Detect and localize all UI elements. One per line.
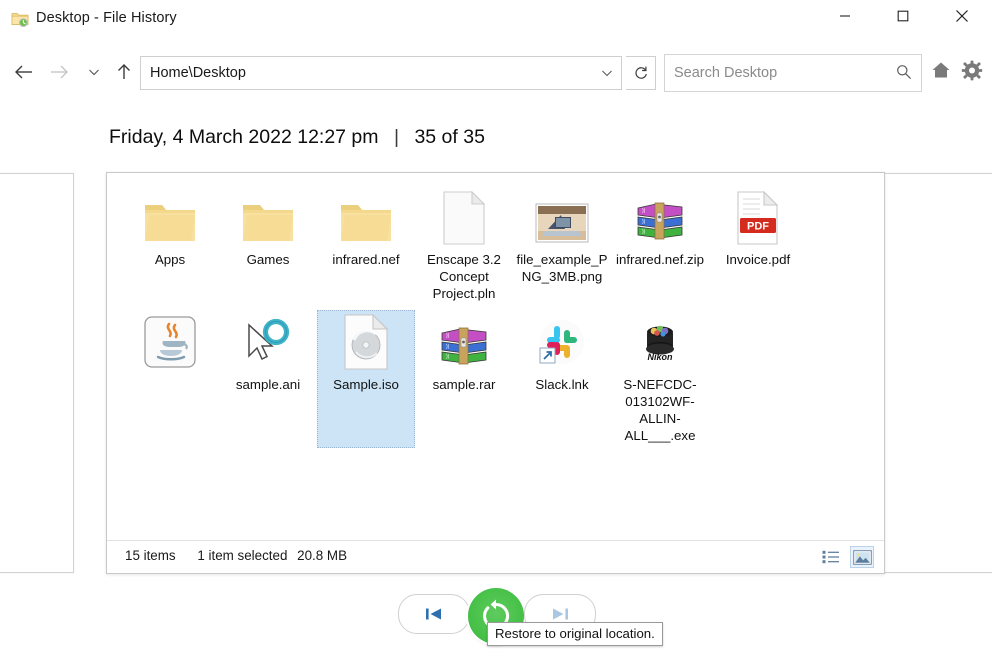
file-label: Slack.lnk xyxy=(535,377,589,392)
file-label: file_example_PNG_3MB.png xyxy=(516,252,608,284)
arrow-up-icon xyxy=(118,64,130,79)
details-view-icon xyxy=(822,550,839,564)
svg-text:)): )) xyxy=(446,344,450,350)
png-thumbnail-icon xyxy=(534,189,590,245)
pdf-icon: PDF xyxy=(730,189,786,245)
gear-icon xyxy=(961,60,983,81)
svg-text:)): )) xyxy=(446,354,450,360)
file-item[interactable]: )))))) infrared.nef.zip xyxy=(611,185,709,306)
file-label: sample.rar xyxy=(432,377,496,392)
svg-text:PDF: PDF xyxy=(747,221,769,233)
winrar-archive-icon: )))))) xyxy=(632,189,688,245)
restore-tooltip: Restore to original location. xyxy=(487,622,663,646)
file-history-window: Desktop - File History Home\Desktop Sear… xyxy=(0,0,992,652)
minimize-icon xyxy=(840,15,850,17)
file-item[interactable]: Games xyxy=(219,185,317,306)
file-label: Enscape 3.2 Concept Project.pln xyxy=(427,252,501,301)
svg-text:)): )) xyxy=(642,229,646,235)
chevron-down-icon xyxy=(89,69,99,76)
file-item[interactable]: Apps xyxy=(121,185,219,306)
file-label: infrared.nef.zip xyxy=(616,252,704,267)
previous-version-icon xyxy=(426,608,441,620)
close-button[interactable] xyxy=(939,0,985,32)
large-icons-view-icon xyxy=(852,549,872,565)
folder-icon xyxy=(142,189,198,245)
file-item[interactable]: Slack.lnk xyxy=(513,310,611,448)
java-icon xyxy=(142,314,198,370)
svg-text:)): )) xyxy=(642,208,646,214)
file-item[interactable]: )))))) sample.rar xyxy=(415,310,513,448)
minimize-button[interactable] xyxy=(822,0,868,32)
forward-button[interactable] xyxy=(45,58,73,86)
file-label: sample.ani xyxy=(235,377,301,392)
window-title: Desktop - File History xyxy=(36,10,177,26)
file-label: Games xyxy=(246,252,290,267)
settings-button[interactable] xyxy=(961,60,983,86)
maximize-icon xyxy=(897,10,909,22)
blank-document-icon xyxy=(436,189,492,245)
slack-shortcut-icon xyxy=(534,314,590,370)
cursor-busy-icon xyxy=(240,314,296,370)
arrow-right-icon xyxy=(51,65,68,79)
disc-image-icon xyxy=(338,314,394,370)
file-item[interactable]: Sample.iso xyxy=(317,310,415,448)
file-item[interactable]: Nikon S-NEFCDC-013102WF-ALLIN-ALL___.exe xyxy=(611,310,709,448)
search-placeholder: Search Desktop xyxy=(674,65,778,81)
header-separator: | xyxy=(393,126,400,148)
arrow-left-icon xyxy=(15,65,32,79)
next-version-icon xyxy=(553,608,568,620)
address-path: Home\Desktop xyxy=(150,65,246,81)
address-bar[interactable]: Home\Desktop xyxy=(140,56,622,90)
file-label: infrared.nef xyxy=(332,252,400,267)
status-selection: 1 item selected xyxy=(197,548,288,563)
file-item[interactable]: sample.ani xyxy=(219,310,317,448)
winrar-archive-icon: )))))) xyxy=(436,314,492,370)
file-list-panel: Apps Games infrared.nef Enscape 3.2 Conc… xyxy=(106,172,885,574)
file-label: Invoice.pdf xyxy=(725,252,791,267)
next-version-card[interactable] xyxy=(876,173,992,573)
back-button[interactable] xyxy=(10,58,38,86)
file-icon-grid: Apps Games infrared.nef Enscape 3.2 Conc… xyxy=(121,181,871,448)
status-item-count: 15 items xyxy=(125,548,176,563)
status-text: 15 items 1 item selected 20.8 MB xyxy=(125,548,365,563)
version-counter: 35 of 35 xyxy=(414,126,485,148)
file-item[interactable]: Enscape 3.2 Concept Project.pln xyxy=(415,185,513,306)
refresh-button[interactable] xyxy=(626,56,656,90)
file-item[interactable] xyxy=(121,310,219,448)
chevron-down-icon[interactable] xyxy=(600,66,614,85)
folder-icon xyxy=(338,189,394,245)
up-button[interactable] xyxy=(110,58,138,86)
recent-locations-button[interactable] xyxy=(80,58,108,86)
search-icon[interactable] xyxy=(895,63,913,86)
file-label: Apps xyxy=(154,252,186,267)
svg-text:Nikon: Nikon xyxy=(647,352,673,362)
nikon-installer-icon: Nikon xyxy=(632,314,688,370)
svg-text:)): )) xyxy=(642,219,646,225)
details-view-button[interactable] xyxy=(820,547,842,567)
status-bar: 15 items 1 item selected 20.8 MB xyxy=(107,540,884,573)
large-icons-view-button[interactable] xyxy=(850,546,874,568)
view-mode-buttons xyxy=(820,546,874,568)
close-icon xyxy=(956,10,968,22)
file-item[interactable]: infrared.nef xyxy=(317,185,415,306)
refresh-icon xyxy=(634,66,647,79)
previous-version-card[interactable] xyxy=(0,173,74,573)
file-item[interactable]: file_example_PNG_3MB.png xyxy=(513,185,611,306)
previous-version-button[interactable] xyxy=(398,594,470,634)
folder-icon xyxy=(240,189,296,245)
file-item[interactable]: PDF Invoice.pdf xyxy=(709,185,807,306)
file-label: S-NEFCDC-013102WF-ALLIN-ALL___.exe xyxy=(623,377,697,443)
search-input[interactable]: Search Desktop xyxy=(664,54,922,92)
maximize-button[interactable] xyxy=(880,0,926,32)
status-size: 20.8 MB xyxy=(297,548,348,563)
folder-history-icon xyxy=(10,9,30,29)
title-bar: Desktop - File History xyxy=(0,0,992,42)
svg-text:)): )) xyxy=(446,333,450,339)
home-button[interactable] xyxy=(930,60,952,85)
home-icon xyxy=(932,62,950,78)
file-label: Sample.iso xyxy=(333,377,399,392)
version-date: Friday, 4 March 2022 12:27 pm xyxy=(109,126,379,148)
version-header: Friday, 4 March 2022 12:27 pm | 35 of 35 xyxy=(109,126,485,149)
